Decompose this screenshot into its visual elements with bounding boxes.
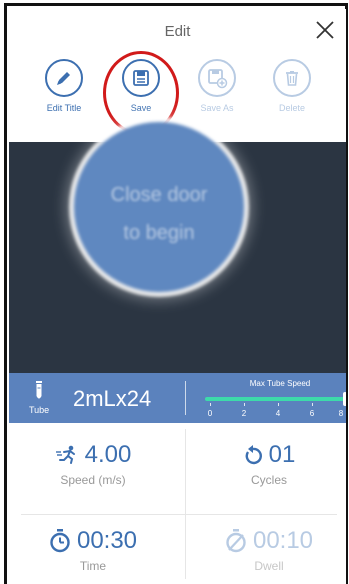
pencil-icon [57,72,70,85]
dwell-value-row: 00:10 [185,527,346,555]
tick-label-8: 8 [338,409,344,418]
tick-label-4: 4 [275,409,281,418]
speed-cell[interactable]: 4.00 Speed (m/s) [9,423,177,503]
tube-icon [36,381,42,399]
slider-tick [345,403,346,406]
cycles-value-row: 01 [185,441,346,469]
save-as-button[interactable]: Save As [182,59,252,113]
slider-tick [278,403,279,406]
tube-label: Tube [29,405,50,415]
time-value: 00:30 [76,527,138,554]
slider-tick [244,403,245,406]
stats-grid: 4.00 Speed (m/s) 01 Cycles 00:30 Time 00… [9,423,346,584]
max-speed-slider-track[interactable] [205,397,345,401]
speed-caption: Speed (m/s) [60,473,126,487]
speed-value-row: 4.00 [9,441,177,469]
tick-label-2: 2 [241,409,247,418]
delete-label: Delete [278,103,305,113]
page-title: Edit [164,23,191,40]
time-value-row: 00:30 [9,527,177,555]
edit-title-button[interactable]: Edit Title [29,59,99,113]
save-button[interactable]: Save [106,59,176,113]
max-tube-speed-title: Max Tube Speed [249,379,311,388]
edit-title-icon-circle [45,59,83,97]
tick-label-6: 6 [309,409,315,418]
slider-tick [312,403,313,406]
dwell-value: 00:10 [252,527,314,554]
repeat-icon [245,445,262,465]
edit-title-label: Edit Title [46,103,82,113]
save-icon-circle [122,59,160,97]
time-caption: Time [79,559,107,573]
dwell-caption: Dwell [254,559,284,573]
start-prompt-line2: to begin [123,222,195,244]
runner-icon [55,445,75,464]
dwell-cell[interactable]: 00:10 Dwell [185,509,346,584]
cycles-value: 01 [268,441,296,468]
tube-value[interactable]: 2mLx24 [73,386,151,412]
save-as-icon-circle [198,59,236,97]
save-label: Save [130,103,152,113]
delete-button[interactable]: Delete [257,59,327,113]
edit-screen: Edit Edit Title Save Save As Delete Clos… [9,9,346,584]
speed-value: 4.00 [84,441,132,468]
cycles-caption: Cycles [250,473,287,487]
save-as-label: Save As [200,103,234,113]
tick-label-0: 0 [207,409,213,418]
rotor-stage: Close door to begin [9,122,346,373]
cycles-cell[interactable]: 01 Cycles [185,423,346,503]
slider-tick [210,403,211,406]
start-prompt: Close door to begin [74,176,244,252]
trash-icon [286,71,298,86]
stopwatch-off-icon [226,529,246,553]
stopwatch-icon [50,529,70,553]
delete-icon-circle [273,59,311,97]
close-icon[interactable] [314,19,336,41]
floppy-disk-icon [133,70,149,86]
tube-divider [185,381,186,415]
floppy-disk-plus-icon [208,69,228,89]
time-cell[interactable]: 00:30 Time [9,509,177,584]
tube-bar: Tube 2mLx24 Max Tube Speed 0 2 4 6 8 [9,373,346,423]
start-prompt-line1: Close door [110,184,208,206]
